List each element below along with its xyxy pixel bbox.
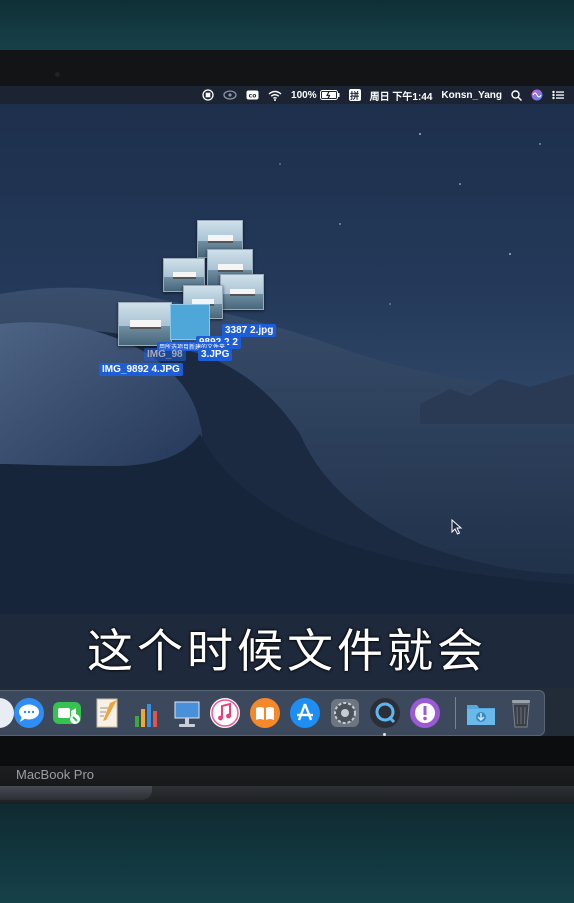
menubar-username[interactable]: Konsn_Yang [441, 90, 502, 101]
battery-icon[interactable] [319, 90, 340, 100]
messages-icon[interactable] [12, 696, 46, 730]
video-frame-top [0, 0, 574, 50]
file-thumbnail[interactable] [220, 274, 264, 310]
numbers-icon[interactable] [130, 696, 164, 730]
cast-icon[interactable] [223, 90, 237, 100]
laptop-lid-notch [0, 786, 152, 800]
new-folder-icon[interactable] [170, 304, 210, 340]
facetime-icon[interactable] [50, 696, 84, 730]
display-icon[interactable]: co [246, 90, 259, 100]
file-thumbnail[interactable] [118, 302, 172, 346]
itunes-icon[interactable] [208, 696, 242, 730]
ibooks-icon[interactable] [248, 696, 282, 730]
camera-dot [55, 72, 60, 77]
system-preferences-icon[interactable] [328, 696, 362, 730]
trash-icon[interactable] [504, 696, 538, 730]
video-subtitle: 这个时候文件就会 [87, 624, 487, 678]
menu-bar: co 100% 拼 周日 下午1:44 Konsn_Yang [0, 86, 574, 104]
dock-separator [455, 697, 456, 729]
video-frame-bottom [0, 804, 574, 903]
keynote-icon[interactable] [170, 696, 204, 730]
file-label[interactable]: 3.JPG [198, 348, 233, 361]
pages-icon[interactable] [90, 696, 124, 730]
downloads-folder-icon[interactable] [464, 696, 498, 730]
file-label[interactable]: IMG_9892 4.JPG [99, 363, 183, 376]
mouse-pointer-icon [451, 519, 463, 535]
feedback-assistant-icon[interactable] [408, 696, 442, 730]
screen-bezel [0, 50, 574, 90]
record-stop-icon[interactable] [202, 89, 214, 101]
device-brand-label: MacBook Pro [16, 767, 95, 782]
battery-percent: 100% [291, 89, 317, 101]
quicktime-icon[interactable] [368, 696, 402, 730]
desktop[interactable]: 3387 2.jpg 9892 2 2 用所选项目新建的文件夹 IMG_98 3… [0, 104, 574, 614]
spotlight-search-icon[interactable] [511, 89, 522, 101]
wifi-icon[interactable] [268, 90, 282, 101]
mojave-wallpaper [0, 133, 574, 614]
dock [0, 690, 545, 736]
menubar-datetime[interactable]: 周日 下午1:44 [370, 88, 433, 103]
app-store-icon[interactable] [288, 696, 322, 730]
screen-chin [0, 736, 574, 766]
file-label[interactable]: IMG_98 [144, 348, 186, 361]
svg-text:co: co [249, 93, 257, 100]
input-method-icon[interactable]: 拼 [348, 89, 361, 101]
siri-icon[interactable] [531, 89, 543, 101]
notification-center-icon[interactable] [552, 90, 564, 100]
